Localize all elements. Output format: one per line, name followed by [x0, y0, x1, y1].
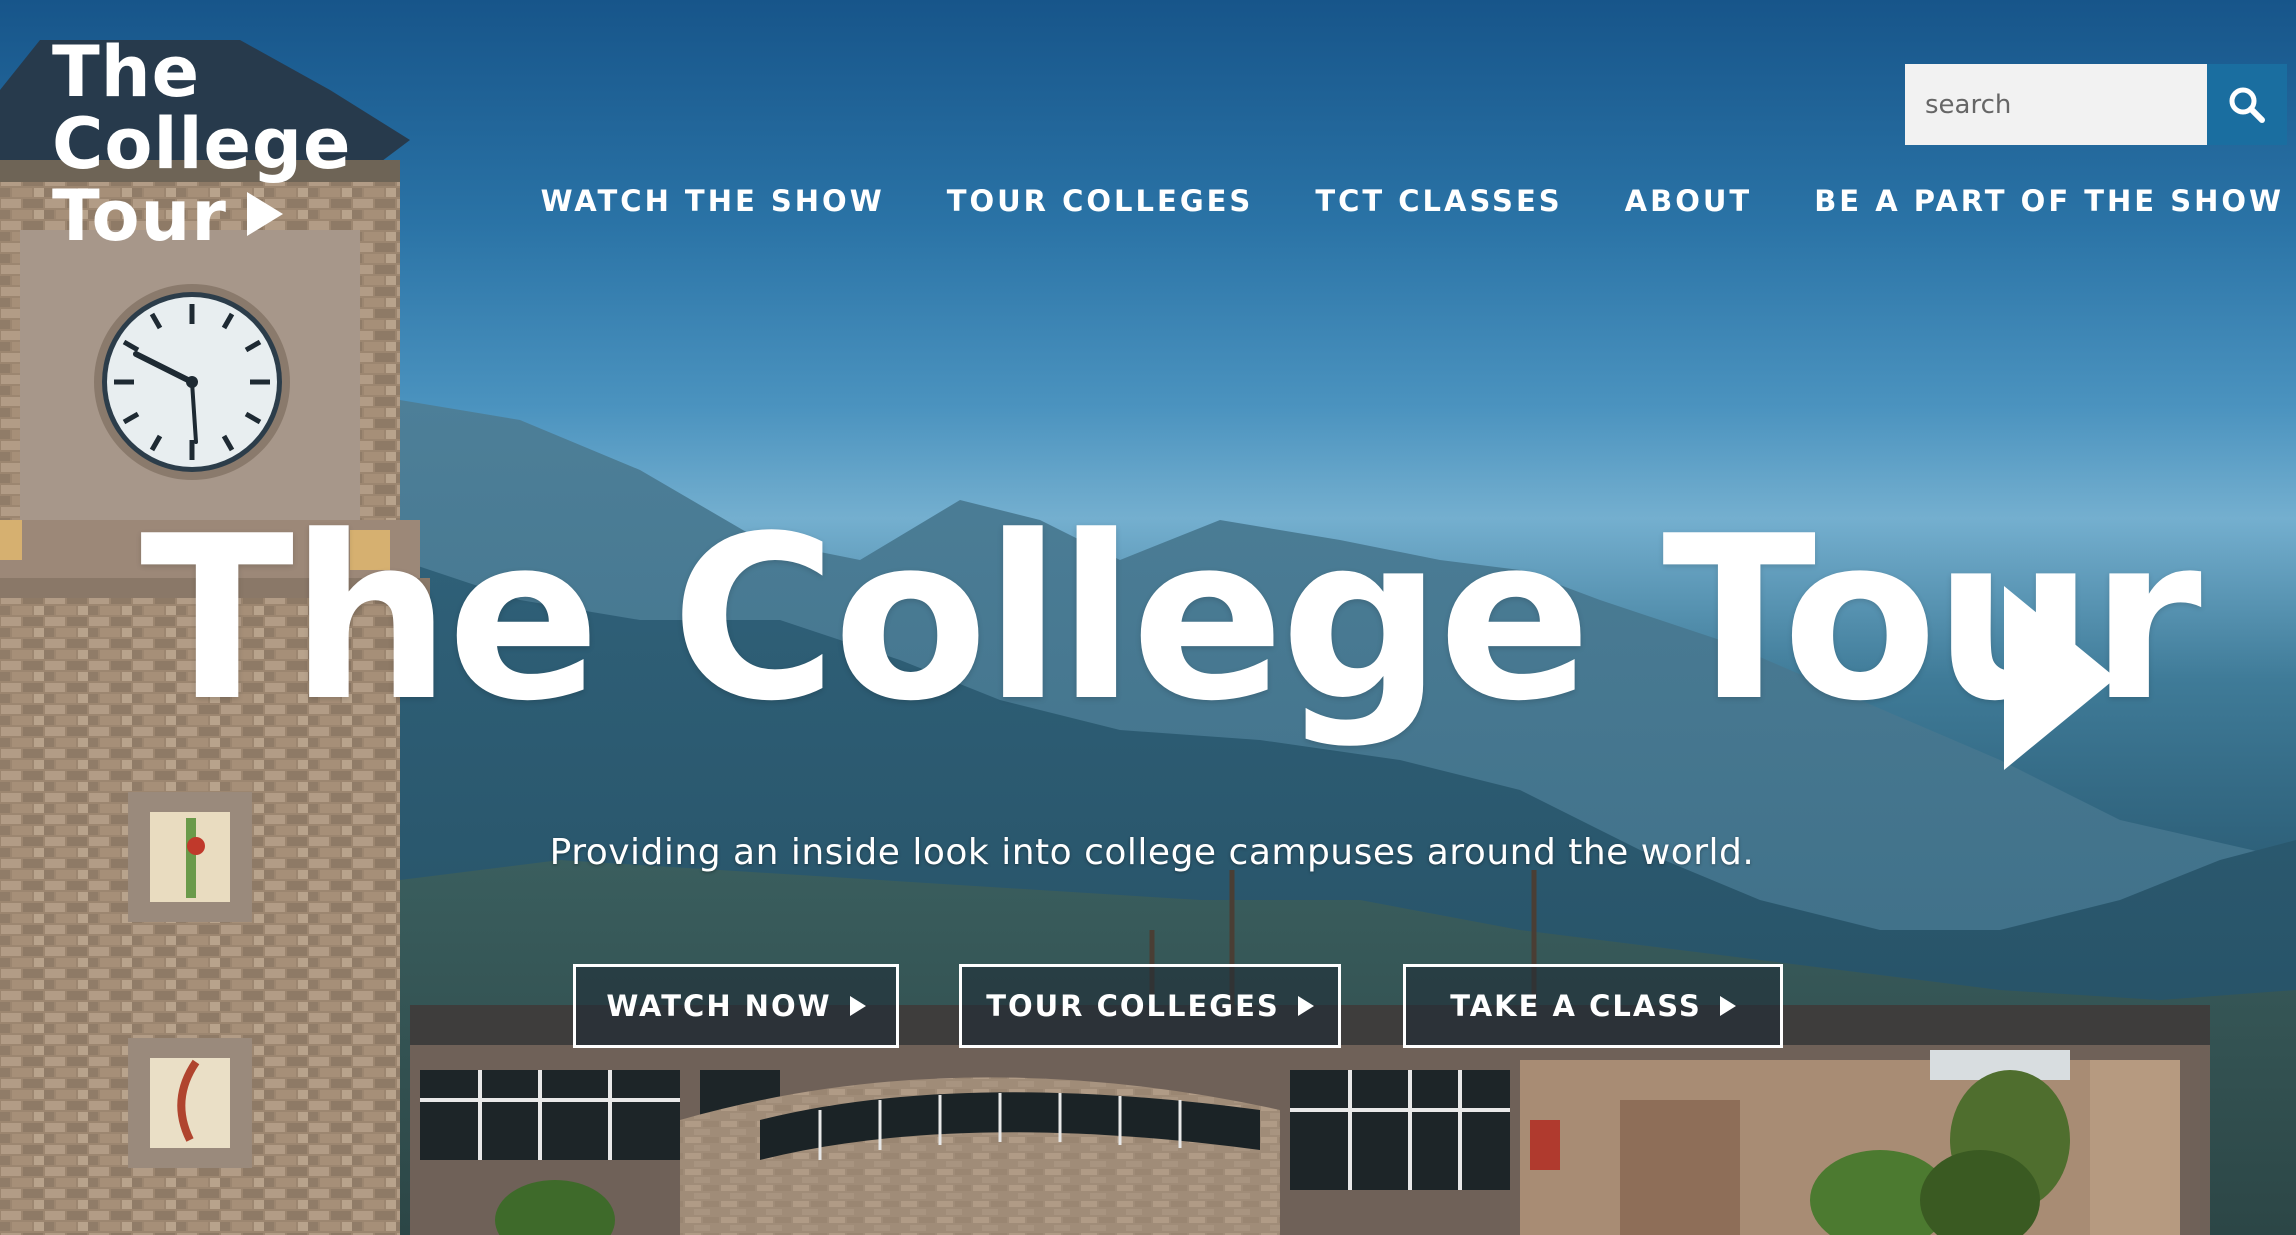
nav-item-be-a-part-of-the-show[interactable]: BE A PART OF THE SHOW: [1814, 184, 2284, 218]
logo-line-the: The: [52, 31, 201, 113]
play-arrow-icon: [849, 996, 866, 1016]
hero-tagline: Providing an inside look into college ca…: [549, 832, 1755, 873]
site-logo[interactable]: The College Tour: [52, 36, 352, 252]
take-a-class-button[interactable]: TAKE A CLASS: [1403, 964, 1783, 1048]
clock-tower-clock: [94, 284, 290, 480]
search-button[interactable]: [2207, 64, 2287, 145]
search-icon: [2229, 87, 2265, 123]
play-arrow-icon: [1297, 996, 1314, 1016]
logo-line-tour-text: Tour: [52, 175, 227, 257]
take-a-class-label: TAKE A CLASS: [1450, 989, 1702, 1023]
watch-now-label: WATCH NOW: [606, 989, 832, 1023]
play-arrow-icon: [246, 192, 283, 236]
tour-colleges-label: TOUR COLLEGES: [986, 989, 1280, 1023]
hero-headline: The College Tour: [140, 488, 2202, 751]
nav-item-about[interactable]: ABOUT: [1625, 184, 1753, 218]
search-input[interactable]: [1905, 64, 2207, 145]
nav-item-tct-classes[interactable]: TCT CLASSES: [1315, 184, 1562, 218]
nav-item-watch-the-show[interactable]: WATCH THE SHOW: [541, 184, 885, 218]
tour-colleges-button[interactable]: TOUR COLLEGES: [959, 964, 1341, 1048]
watch-now-button[interactable]: WATCH NOW: [573, 964, 899, 1048]
hero-section: The College Tour WATCH THE SHOW TOUR COL…: [0, 0, 2296, 1235]
logo-line-tour: Tour: [52, 180, 352, 252]
search-bar: [1905, 64, 2287, 145]
nav-item-tour-colleges[interactable]: TOUR COLLEGES: [947, 184, 1254, 218]
headline-play-arrow-icon: [2004, 586, 2116, 770]
logo-line-college: College: [52, 103, 352, 185]
play-arrow-icon: [1719, 996, 1736, 1016]
main-nav: WATCH THE SHOW TOUR COLLEGES TCT CLASSES…: [479, 184, 2284, 218]
